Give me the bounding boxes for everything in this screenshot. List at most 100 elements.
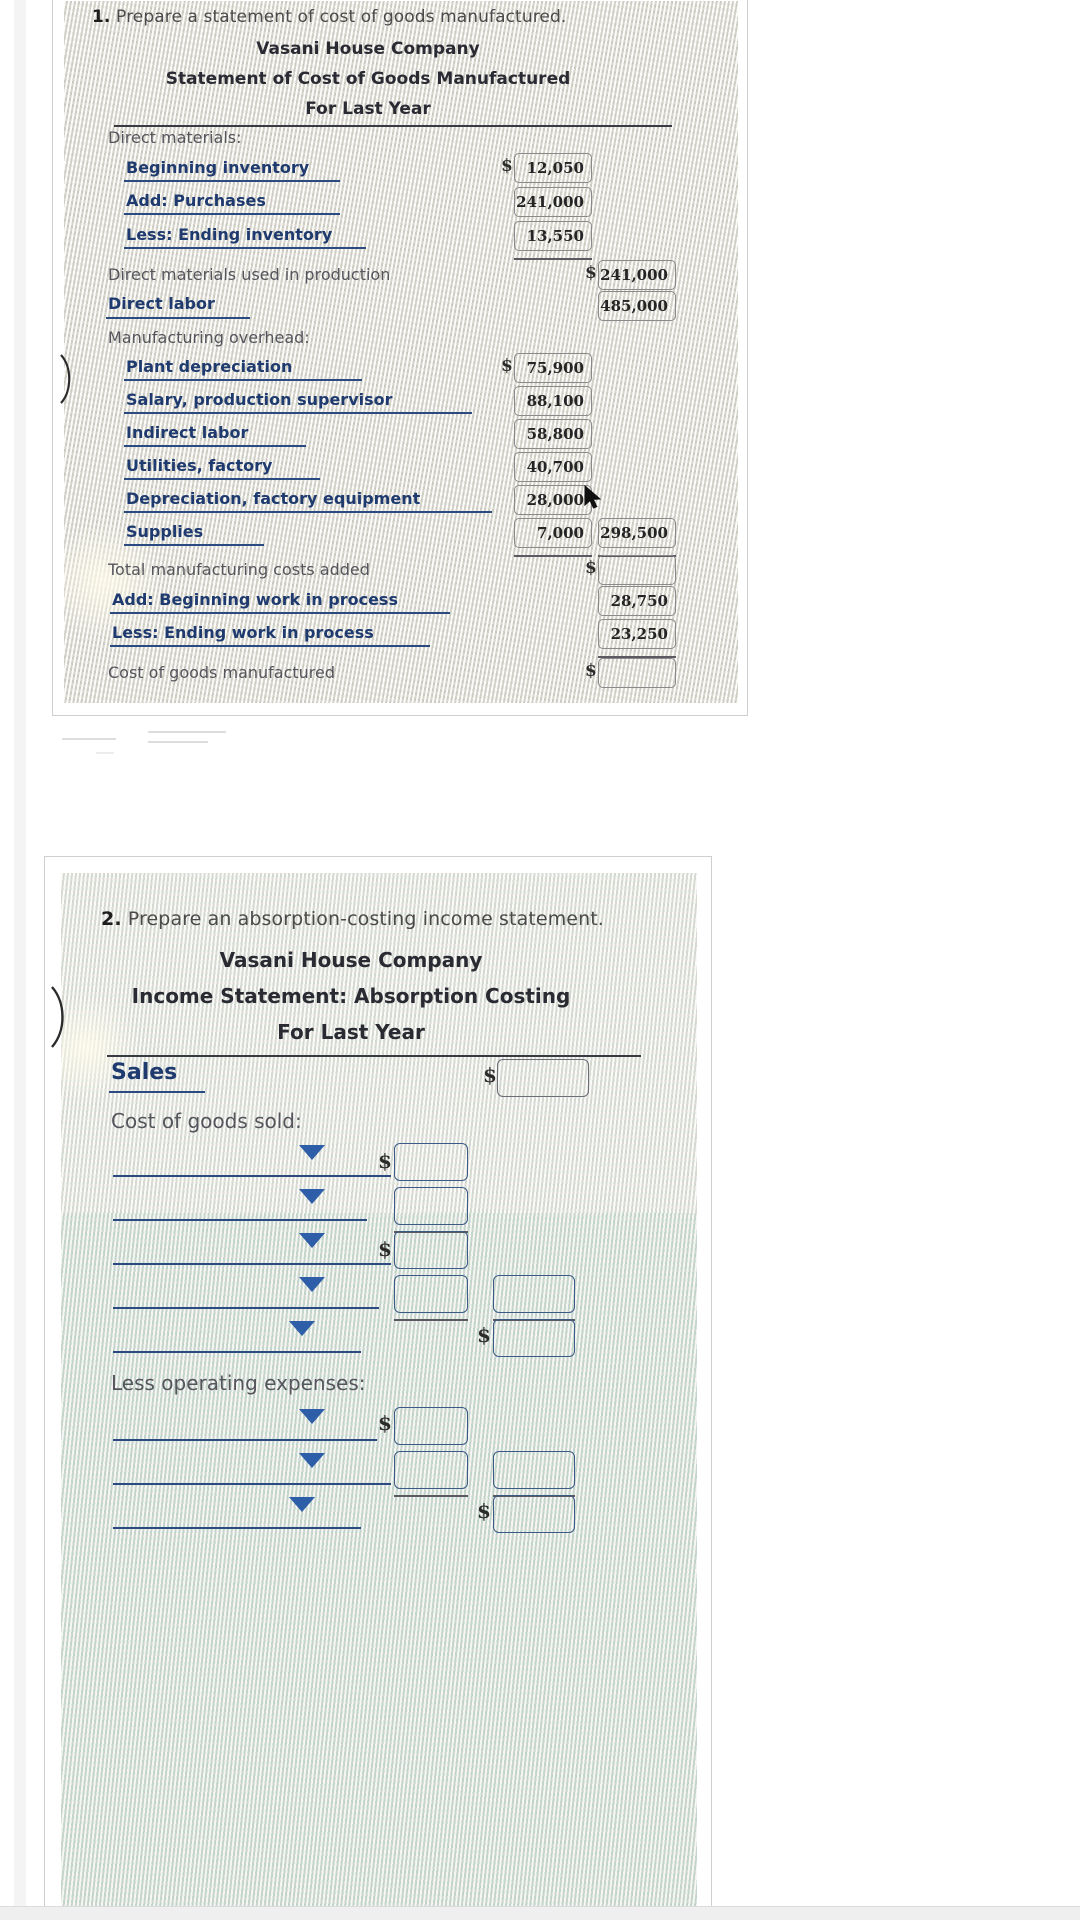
paren-artifact	[60, 354, 71, 404]
q1-col1-subtotal-rule	[514, 258, 592, 260]
q1-row-label-cost-of-goods-manufactured: Cost of goods manufactured	[108, 663, 336, 682]
q1-row-label-indirect-labor: Indirect labor	[126, 423, 249, 442]
q2-opex-row-underline	[113, 1527, 361, 1529]
q1-value-supplies[interactable]: 7,000	[514, 518, 592, 548]
q2-cogs-row-underline	[113, 1263, 391, 1265]
q1-section-manufacturing-overhead: Manufacturing overhead:	[108, 328, 310, 347]
ghost-mark	[148, 731, 226, 733]
question-2-photo-lower-tint	[61, 1213, 697, 1920]
q1-row-label-add-purchases: Add: Purchases	[126, 191, 266, 210]
q1-statement-title: Statement of Cost of Goods Manufactured	[165, 69, 571, 89]
q1-value-less-ending-inventory[interactable]: 13,550	[514, 221, 592, 251]
q1-value-add-purchases[interactable]: 241,000	[514, 187, 592, 217]
q2-cogs-dollar-sign: $	[378, 1237, 392, 1261]
light-bloom	[61, 993, 141, 1103]
paren-artifact	[51, 986, 64, 1048]
q1-value-total-manufacturing-costs[interactable]	[598, 555, 676, 585]
q1-row-underline	[124, 213, 340, 215]
q2-opex-dropdown-caret-icon[interactable]	[299, 1453, 325, 1468]
q2-cogs-value-3[interactable]	[394, 1231, 468, 1269]
q1-period: For Last Year	[305, 99, 431, 119]
q1-dollar-sign: $	[585, 558, 597, 578]
q2-cogs-dropdown-caret-icon[interactable]	[289, 1321, 315, 1336]
question-2-prompt-text: Prepare an absorption-costing income sta…	[127, 908, 604, 930]
q2-opex-value-1[interactable]	[394, 1407, 468, 1445]
q1-value-cost-of-goods-manufactured[interactable]	[598, 658, 676, 688]
q2-section-cost-of-goods-sold: Cost of goods sold:	[111, 1109, 302, 1133]
q1-row-label-direct-labor: Direct labor	[108, 294, 215, 313]
q2-opex-total-value-2[interactable]	[493, 1451, 575, 1489]
q1-row-label-less-ending-inventory: Less: Ending inventory	[126, 225, 333, 244]
q2-cogs-dropdown-caret-icon[interactable]	[299, 1145, 325, 1160]
q1-col1-total-rule	[514, 555, 592, 557]
q1-row-underline	[110, 612, 450, 614]
q1-row-underline	[124, 379, 362, 381]
q2-opex-dropdown-caret-icon[interactable]	[299, 1409, 325, 1424]
q2-period: For Last Year	[277, 1020, 425, 1044]
q2-cogs-dropdown-caret-icon[interactable]	[299, 1189, 325, 1204]
q2-cogs-dollar-sign: $	[378, 1149, 392, 1173]
question-1-number: 1.	[92, 7, 111, 27]
q1-row-underline	[124, 247, 366, 249]
q1-value-less-ending-wip[interactable]: 23,250	[598, 619, 676, 649]
q1-value-depreciation-factory-equipment[interactable]: 28,000	[514, 485, 592, 515]
q1-row-underline	[106, 317, 250, 319]
q2-statement-title: Income Statement: Absorption Costing	[131, 984, 571, 1008]
q1-section-direct-materials: Direct materials:	[108, 128, 242, 147]
q1-value-add-beginning-wip[interactable]: 28,750	[598, 586, 676, 616]
q2-sales-underline	[109, 1091, 205, 1093]
q1-dollar-sign: $	[585, 661, 597, 681]
q2-header-rule	[107, 1055, 641, 1057]
q1-row-label-salary-production-supervisor: Salary, production supervisor	[126, 390, 393, 409]
q1-row-label-less-ending-wip: Less: Ending work in process	[112, 623, 374, 642]
q2-opex-dropdown-caret-icon[interactable]	[289, 1497, 315, 1512]
q2-cogs-row-underline	[113, 1175, 391, 1177]
q1-value-plant-depreciation[interactable]: 75,900	[514, 353, 592, 383]
q2-cogs-total-value-4[interactable]	[493, 1275, 575, 1313]
q1-value-beginning-inventory[interactable]: 12,050	[514, 153, 592, 183]
page-gutter-shade	[14, 0, 26, 1920]
q1-row-underline	[124, 412, 472, 414]
q1-row-underline	[110, 645, 430, 647]
q1-value-direct-materials-used[interactable]: 241,000	[598, 260, 676, 290]
q1-value-utilities-factory[interactable]: 40,700	[514, 452, 592, 482]
q2-cogs-value-1[interactable]	[394, 1143, 468, 1181]
q1-row-label-total-manufacturing-costs: Total manufacturing costs added	[108, 560, 370, 579]
q2-section-operating-expenses: Less operating expenses:	[111, 1371, 366, 1395]
q2-value-sales[interactable]	[497, 1059, 589, 1097]
q2-opex-value-3[interactable]	[493, 1495, 575, 1533]
q2-sales-dollar-sign: $	[483, 1063, 497, 1087]
q2-opex-subtotal-rule	[394, 1495, 468, 1497]
ghost-mark	[148, 741, 208, 743]
question-2-prompt-line: 2. Prepare an absorption-costing income …	[101, 908, 604, 930]
screenshot-root: 1. Prepare a statement of cost of goods …	[0, 0, 1080, 1920]
q1-header-rule	[114, 125, 672, 127]
q2-cogs-value-4[interactable]	[394, 1275, 468, 1313]
q1-value-salary-production-supervisor[interactable]: 88,100	[514, 386, 592, 416]
question-2-number: 2.	[101, 908, 122, 930]
q1-row-label-plant-depreciation: Plant depreciation	[126, 357, 293, 376]
page-gutter	[0, 0, 26, 1920]
q1-value-total-overhead[interactable]: 298,500	[598, 518, 676, 548]
q2-cogs-value-2[interactable]	[394, 1187, 468, 1225]
q1-value-indirect-labor[interactable]: 58,800	[514, 419, 592, 449]
q2-opex-row-underline	[113, 1439, 377, 1441]
q2-cogs-row-underline	[113, 1219, 367, 1221]
q1-dollar-sign: $	[501, 156, 513, 176]
q2-cogs-value-5[interactable]	[493, 1319, 575, 1357]
q2-opex-row-underline	[113, 1483, 391, 1485]
ghost-mark	[62, 738, 116, 740]
q2-opex-value-2[interactable]	[394, 1451, 468, 1489]
q2-company-name: Vasani House Company	[219, 948, 483, 972]
q1-row-label-utilities-factory: Utilities, factory	[126, 456, 273, 475]
question-2-photo: 2. Prepare an absorption-costing income …	[61, 873, 697, 1920]
q2-cogs-dropdown-caret-icon[interactable]	[299, 1277, 325, 1292]
question-1-photo: 1. Prepare a statement of cost of goods …	[64, 1, 738, 703]
q2-opex-dollar-sign: $	[477, 1499, 491, 1523]
q1-value-direct-labor[interactable]: 485,000	[598, 291, 676, 321]
q2-cogs-dropdown-caret-icon[interactable]	[299, 1233, 325, 1248]
question-1-card: 1. Prepare a statement of cost of goods …	[52, 0, 748, 716]
q1-row-underline	[124, 445, 306, 447]
q2-cogs-subtotal-rule	[394, 1319, 468, 1321]
q1-row-label-add-beginning-wip: Add: Beginning work in process	[112, 590, 398, 609]
